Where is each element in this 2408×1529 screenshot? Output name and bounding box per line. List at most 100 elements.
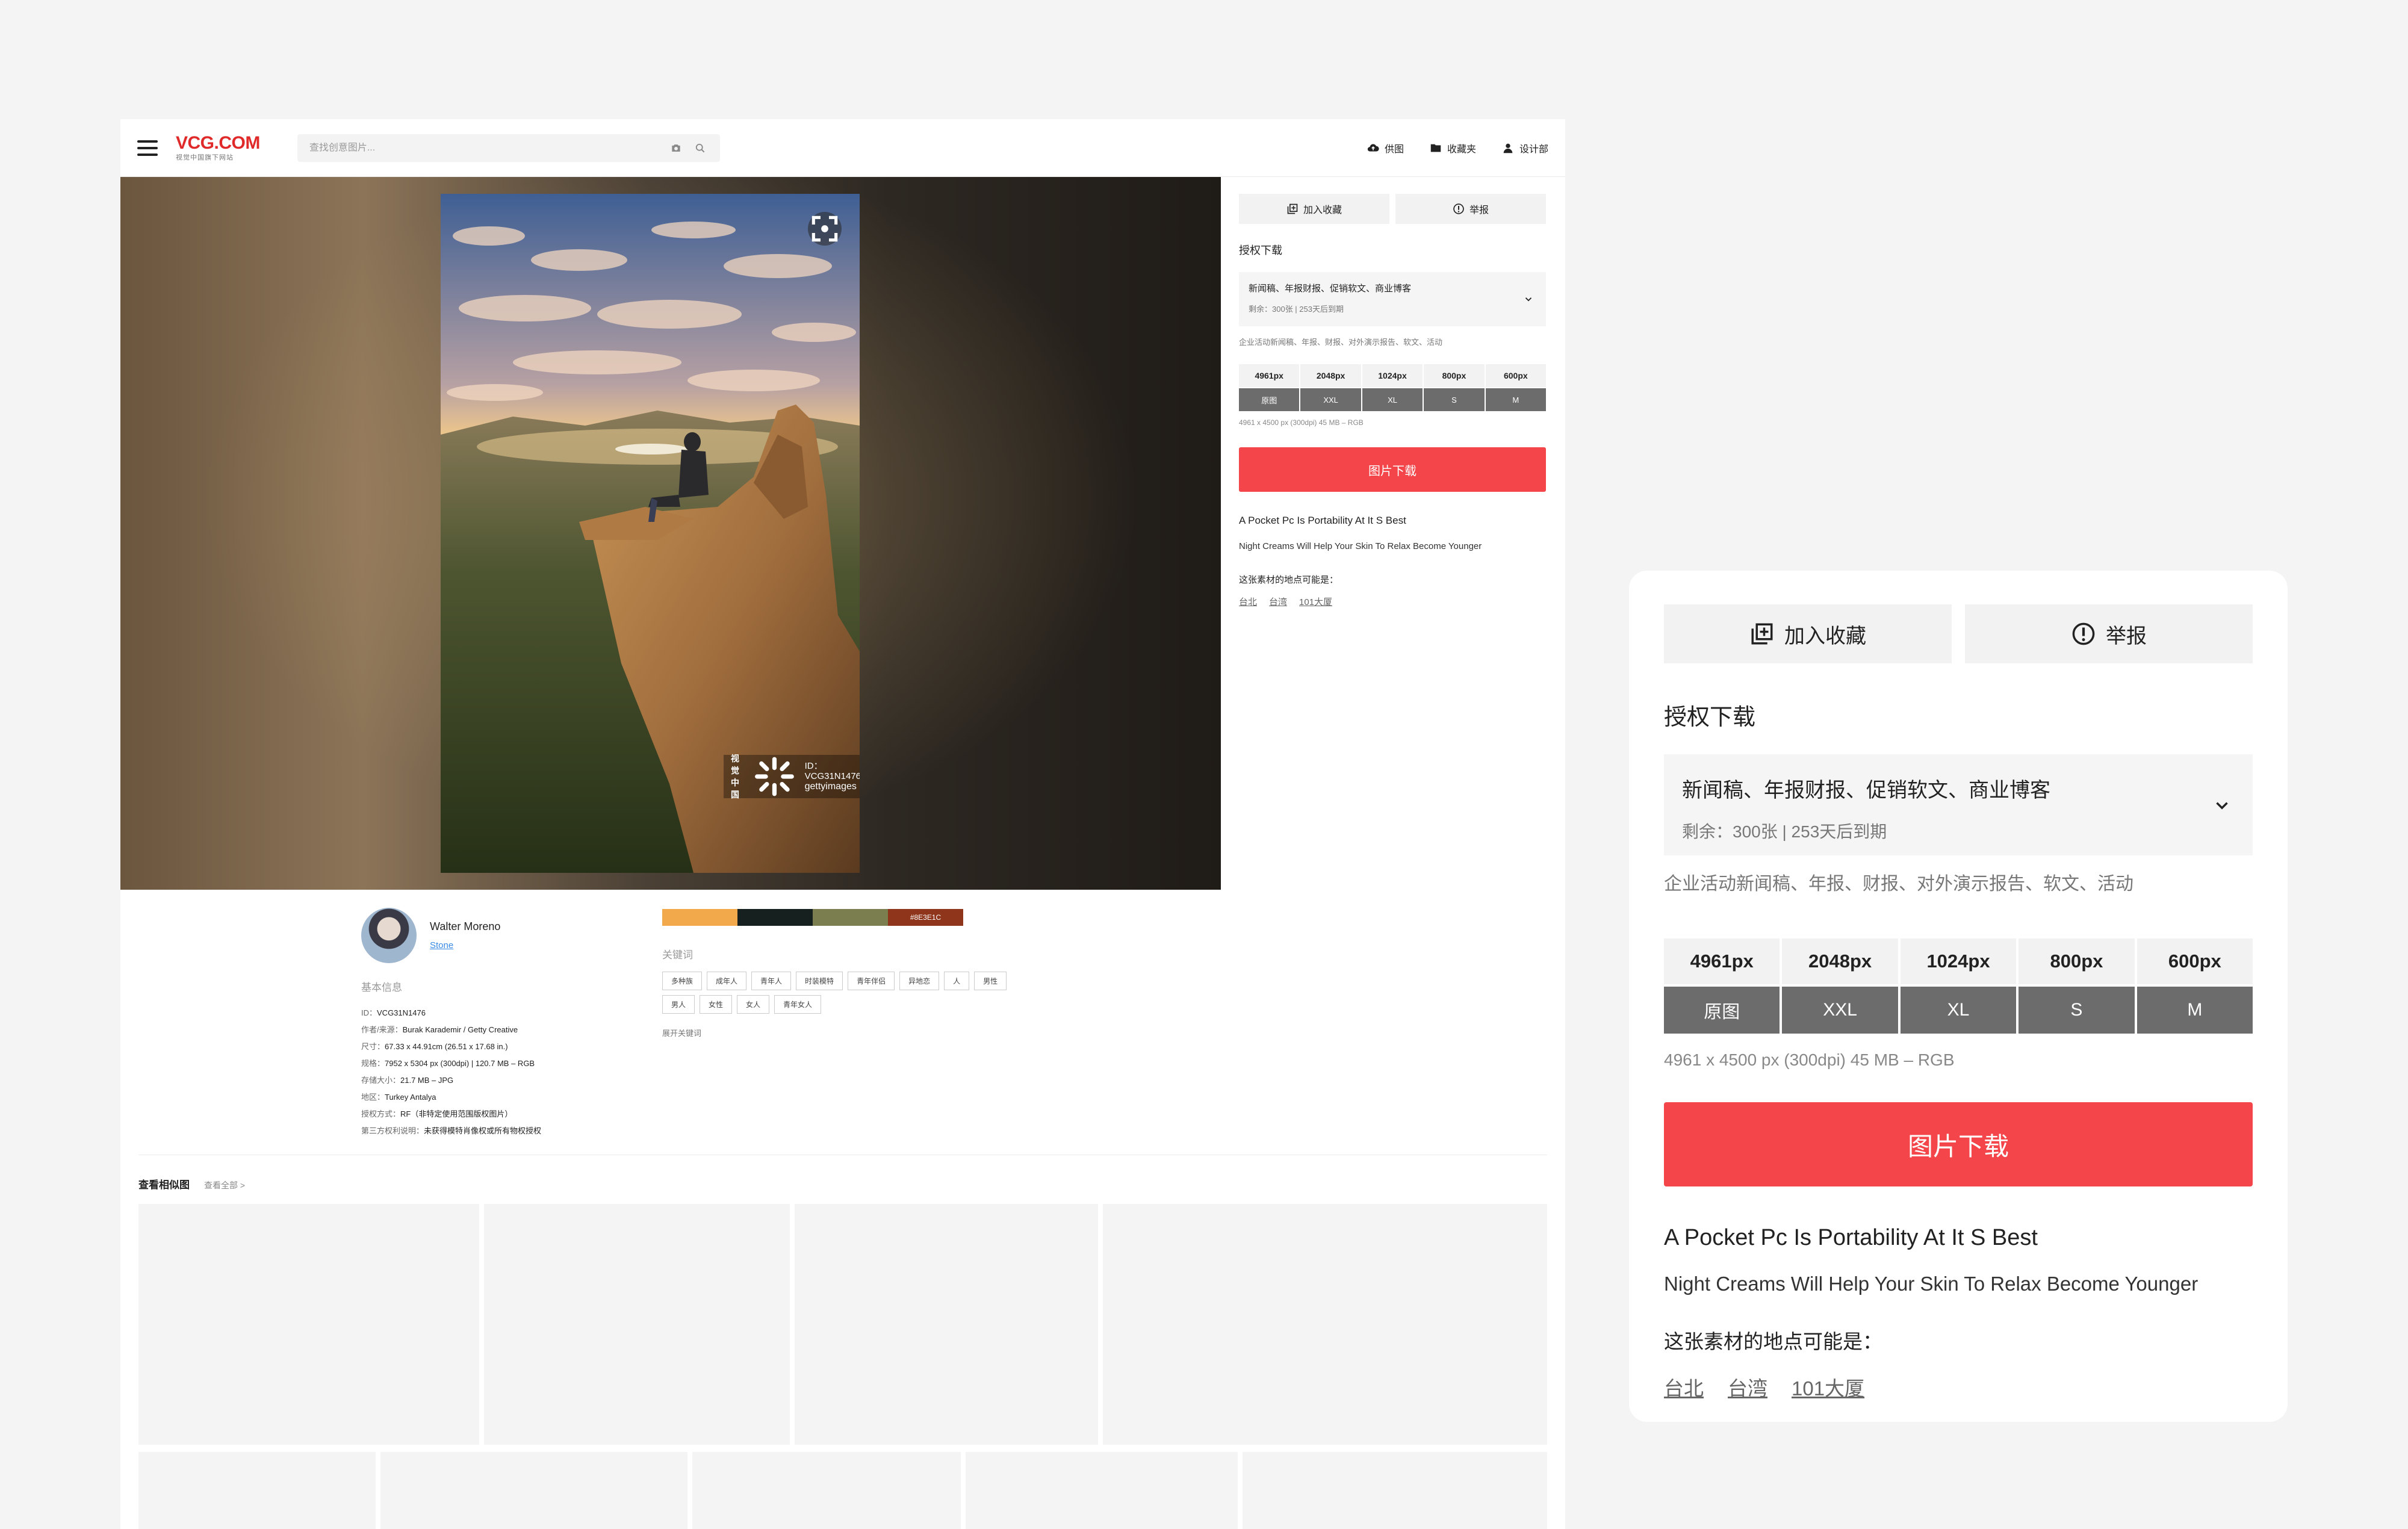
size-px: 600px bbox=[1485, 364, 1547, 387]
fullscreen-button[interactable] bbox=[808, 212, 842, 246]
license-select[interactable]: 新闻稿、年报财报、促销软文、商业博客 剩余：300张 | 253天后到期 bbox=[1239, 272, 1546, 326]
search-icon[interactable] bbox=[692, 140, 708, 156]
size-option-xl[interactable]: 1024px XL bbox=[1362, 364, 1423, 411]
author-meta: Walter Moreno Stone bbox=[430, 920, 500, 951]
keyword-tag[interactable]: 时装模特 bbox=[796, 972, 843, 990]
similar-thumbnail[interactable] bbox=[380, 1452, 687, 1529]
size-px: 1024px bbox=[1900, 938, 2017, 984]
download-button[interactable]: 图片下载 bbox=[1239, 447, 1546, 492]
top-nav: VCG.COM 视觉中国旗下网站 供图 收藏夹 设计部 bbox=[120, 119, 1565, 177]
size-options: 4961px 原图 2048px XXL 1024px XL 800px S 600px… bbox=[1664, 938, 2253, 1034]
size-px: 4961px bbox=[1239, 364, 1300, 387]
search-input[interactable] bbox=[309, 142, 660, 154]
main-photo[interactable]: 视觉中国 ID：VCG31N1476 gettyimages bbox=[441, 194, 860, 873]
license-heading: 授权下载 bbox=[1239, 244, 1282, 256]
watermark-id: ID：VCG31N1476 bbox=[804, 760, 860, 781]
similar-thumbnail[interactable] bbox=[1243, 1452, 1547, 1529]
license-heading: 授权下载 bbox=[1664, 705, 1756, 730]
author-row: Walter Moreno Stone bbox=[361, 908, 674, 963]
size-option-m[interactable]: 600px M bbox=[1485, 364, 1547, 411]
keyword-tag[interactable]: 青年女人 bbox=[774, 995, 822, 1014]
nav-link-account[interactable]: 设计部 bbox=[1501, 141, 1548, 155]
author-section: Walter Moreno Stone 基本信息 ID：VCG31N1476 作… bbox=[361, 908, 674, 1140]
add-to-collection-button[interactable]: 加入收藏 bbox=[1664, 604, 1952, 663]
info-heading: 基本信息 bbox=[361, 982, 402, 993]
keyword-tags: 多种族 成年人 青年人 时装模特 青年伴侣 异地恋 人 男性 男人 女性 女人 … bbox=[662, 972, 1023, 1014]
keyword-tag[interactable]: 青年伴侣 bbox=[848, 972, 895, 990]
location-heading: 这张素材的地点可能是： bbox=[1239, 575, 1339, 585]
keyword-tag[interactable]: 成年人 bbox=[707, 972, 747, 990]
keyword-tag[interactable]: 男性 bbox=[974, 972, 1007, 990]
location-tag[interactable]: 台北 bbox=[1664, 1372, 1704, 1401]
location-tag[interactable]: 台北 bbox=[1239, 595, 1257, 608]
similar-thumbnail[interactable] bbox=[692, 1452, 961, 1529]
info-key: 规格： bbox=[361, 1059, 385, 1068]
palette-swatch[interactable]: #8E3E1C bbox=[888, 909, 963, 926]
size-option-m[interactable]: 600px M bbox=[2136, 938, 2253, 1034]
location-tag[interactable]: 台湾 bbox=[1269, 595, 1287, 608]
keyword-tag[interactable]: 青年人 bbox=[751, 972, 792, 990]
menu-icon[interactable] bbox=[137, 140, 158, 156]
avatar[interactable] bbox=[361, 908, 417, 963]
license-panel: 加入收藏 举报 授权下载 新闻稿、年报财报、促销软文、商业博客 剩余：300张 … bbox=[1239, 194, 1547, 608]
similar-thumbnail[interactable] bbox=[138, 1204, 479, 1445]
keyword-tag[interactable]: 女性 bbox=[700, 995, 733, 1014]
size-px: 600px bbox=[2136, 938, 2253, 984]
expand-keywords-link[interactable]: 展开关键词 bbox=[662, 1027, 701, 1038]
license-selected: 新闻稿、年报财报、促销软文、商业博客 bbox=[1249, 284, 1412, 294]
palette-swatch[interactable] bbox=[737, 909, 813, 926]
location-tag[interactable]: 101大厦 bbox=[1792, 1372, 1864, 1401]
location-tag[interactable]: 台湾 bbox=[1728, 1372, 1767, 1401]
camera-icon[interactable] bbox=[668, 140, 684, 156]
keyword-tag[interactable]: 多种族 bbox=[662, 972, 703, 990]
size-option-s[interactable]: 800px S bbox=[1424, 364, 1485, 411]
logo-subtext: 视觉中国旗下网站 bbox=[176, 154, 234, 161]
size-option-original[interactable]: 4961px 原图 bbox=[1239, 364, 1300, 411]
size-px: 1024px bbox=[1362, 364, 1423, 387]
size-option-original[interactable]: 4961px 原图 bbox=[1664, 938, 1780, 1034]
palette-swatch[interactable] bbox=[662, 909, 737, 926]
report-button[interactable]: 举报 bbox=[1965, 604, 2253, 663]
similar-thumbnail[interactable] bbox=[1103, 1204, 1547, 1445]
license-select[interactable]: 新闻稿、年报财报、促销软文、商业博客 剩余：300张 | 253天后到期 bbox=[1664, 754, 2253, 855]
similar-thumbnail[interactable] bbox=[795, 1204, 1098, 1445]
nav-link-favorites[interactable]: 收藏夹 bbox=[1429, 141, 1476, 155]
author-collection-link[interactable]: Stone bbox=[430, 940, 453, 951]
palette-hex-label: #8E3E1C bbox=[910, 913, 942, 922]
keyword-tag[interactable]: 人 bbox=[944, 972, 970, 990]
nav-link-label: 收藏夹 bbox=[1447, 144, 1476, 155]
add-collection-icon bbox=[1751, 623, 1773, 645]
size-px: 4961px bbox=[1664, 938, 1780, 984]
size-name: XL bbox=[1362, 388, 1423, 411]
keyword-tag[interactable]: 男人 bbox=[662, 995, 695, 1014]
similar-thumbnail[interactable] bbox=[138, 1452, 376, 1529]
size-option-xxl[interactable]: 2048px XXL bbox=[1782, 938, 1898, 1034]
size-name: 原图 bbox=[1664, 987, 1780, 1034]
size-option-xxl[interactable]: 2048px XXL bbox=[1300, 364, 1361, 411]
size-option-xl[interactable]: 1024px XL bbox=[1900, 938, 2017, 1034]
info-value: RF（非特定使用范围版权图片） bbox=[400, 1109, 513, 1118]
nav-link-label: 供图 bbox=[1384, 144, 1404, 155]
keyword-tag[interactable]: 异地恋 bbox=[899, 972, 940, 990]
size-option-s[interactable]: 800px S bbox=[2019, 938, 2135, 1034]
palette-swatch[interactable] bbox=[813, 909, 888, 926]
similar-thumbnail[interactable] bbox=[484, 1204, 790, 1445]
view-all-link[interactable]: 查看全部 > bbox=[204, 1179, 245, 1191]
similar-grid-row bbox=[138, 1204, 1547, 1445]
size-name: S bbox=[1424, 388, 1485, 411]
download-button[interactable]: 图片下载 bbox=[1664, 1102, 2253, 1186]
size-name: 原图 bbox=[1239, 388, 1300, 411]
alert-icon bbox=[2072, 622, 2095, 645]
expand-icon bbox=[811, 216, 838, 242]
watermark-source: gettyimages bbox=[804, 781, 857, 792]
location-tag[interactable]: 101大厦 bbox=[1299, 595, 1332, 608]
size-name: XXL bbox=[1782, 987, 1898, 1034]
similar-thumbnail[interactable] bbox=[966, 1452, 1238, 1529]
info-value: 21.7 MB – JPG bbox=[400, 1076, 454, 1085]
nav-link-upload[interactable]: 供图 bbox=[1367, 141, 1404, 155]
logo[interactable]: VCG.COM 视觉中国旗下网站 bbox=[176, 134, 260, 161]
similar-header: 查看相似图 查看全部 > bbox=[138, 1176, 245, 1191]
keyword-tag[interactable]: 女人 bbox=[737, 995, 770, 1014]
add-to-collection-button[interactable]: 加入收藏 bbox=[1239, 194, 1389, 224]
report-button[interactable]: 举报 bbox=[1395, 194, 1546, 224]
